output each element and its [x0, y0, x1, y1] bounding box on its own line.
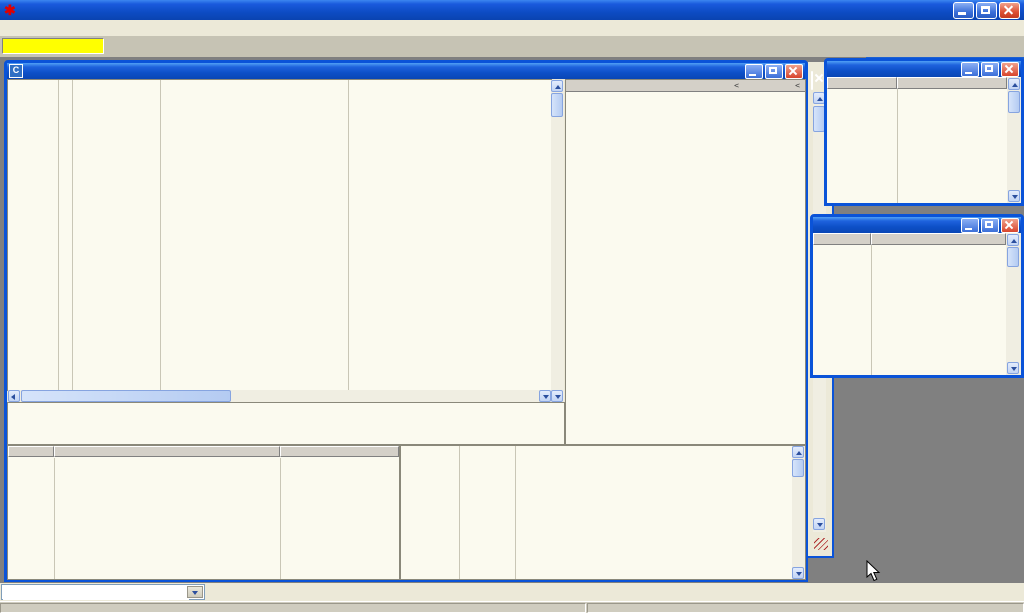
mouse-cursor: [866, 560, 882, 582]
maximize-icon[interactable]: [981, 62, 999, 77]
info-pane[interactable]: [8, 403, 564, 444]
column-header-comment[interactable]: [871, 233, 1006, 245]
disassembly-pane[interactable]: [8, 80, 551, 390]
toolbar: [0, 36, 1024, 58]
statusbar: [0, 601, 1024, 613]
comment-window-2: [810, 214, 1024, 378]
cpu-window: C: [4, 60, 808, 582]
column-header-comment[interactable]: [897, 77, 1007, 89]
close-icon[interactable]: [1001, 62, 1019, 77]
maximize-icon[interactable]: [765, 64, 783, 79]
maximize-button[interactable]: [976, 2, 997, 19]
close-icon[interactable]: [785, 64, 803, 79]
maximize-icon[interactable]: [981, 218, 999, 233]
status-right-cell: [587, 603, 1024, 613]
status-message: [0, 603, 586, 613]
hex-dump-pane[interactable]: [8, 446, 399, 579]
mdi-area: C: [0, 57, 1024, 583]
comment-window-1-scrollbar[interactable]: [1007, 77, 1021, 203]
collapse-icon[interactable]: <: [734, 80, 739, 91]
ollydbg-app: ✱: [0, 0, 1024, 613]
stack-pane[interactable]: [401, 446, 805, 579]
combobox-dropdown-button[interactable]: [187, 586, 203, 598]
disassembly-hscrollbar[interactable]: [8, 390, 551, 402]
column-header-blank[interactable]: [813, 233, 871, 245]
ollydbg-logo-icon: ✱: [4, 3, 16, 17]
column-header-blank[interactable]: [827, 77, 897, 89]
comment-window-1-titlebar[interactable]: [827, 61, 1021, 77]
comment-window-2-scrollbar[interactable]: [1006, 233, 1021, 375]
registers-pane[interactable]: < <: [566, 80, 805, 444]
dump-header-ascii[interactable]: [280, 446, 399, 457]
command-input[interactable]: [3, 586, 189, 600]
hidden-window-size-grip[interactable]: [814, 538, 828, 550]
menubar: [0, 20, 1024, 37]
comment-window-2-titlebar[interactable]: [813, 217, 1021, 233]
minimize-button[interactable]: [953, 2, 974, 19]
dump-header-address[interactable]: [8, 446, 54, 457]
run-status-badge: [2, 38, 104, 54]
cpu-window-icon: C: [9, 64, 23, 78]
disassembly-vscrollbar[interactable]: [551, 80, 564, 402]
dump-header-hex[interactable]: [54, 446, 280, 457]
cpu-window-titlebar[interactable]: C: [7, 63, 805, 79]
hidden-window-close-button[interactable]: [811, 71, 813, 90]
command-combobox[interactable]: [1, 584, 205, 600]
stack-scrollbar[interactable]: [792, 446, 805, 579]
minimize-icon[interactable]: [745, 64, 763, 79]
comment-window-1: [824, 58, 1024, 206]
command-band: [0, 583, 1024, 601]
registers-header: < <: [566, 80, 805, 92]
app-titlebar: ✱: [0, 0, 1024, 20]
minimize-icon[interactable]: [961, 62, 979, 77]
minimize-icon[interactable]: [961, 218, 979, 233]
close-button[interactable]: [999, 2, 1020, 19]
collapse-icon[interactable]: <: [795, 80, 800, 91]
close-icon[interactable]: [1001, 218, 1019, 233]
